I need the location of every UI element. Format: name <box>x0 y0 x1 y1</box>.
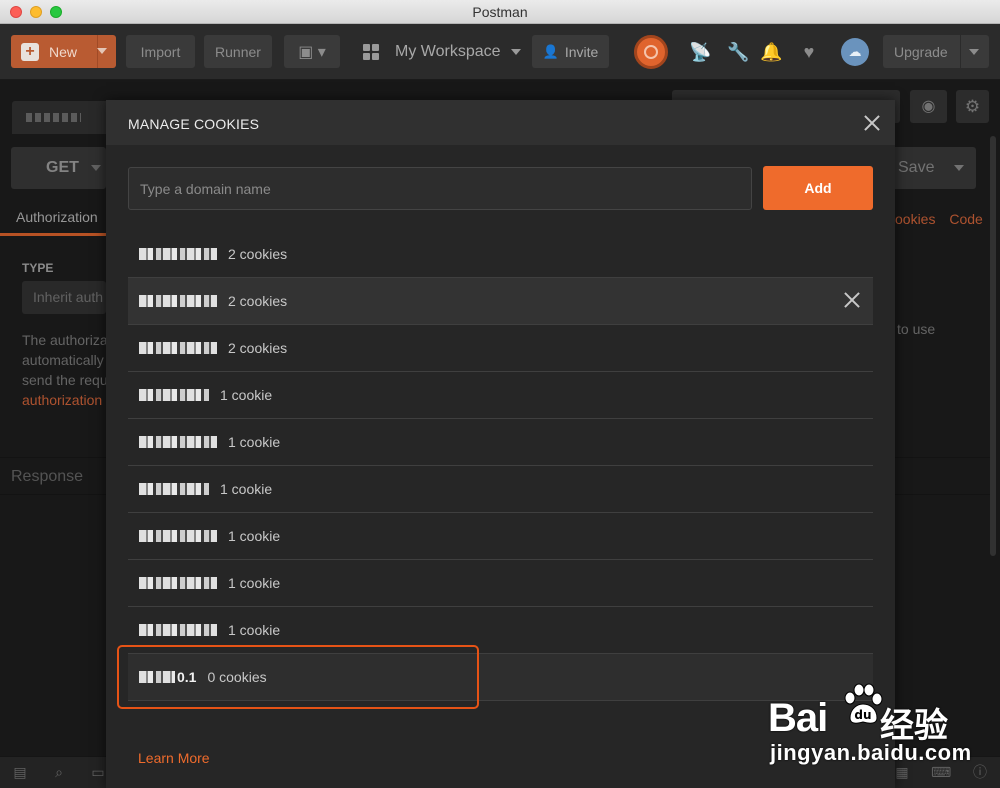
satellite-icon[interactable]: 📡 <box>689 41 711 63</box>
redacted-domain <box>139 624 217 636</box>
list-item[interactable]: 1 cookie <box>128 513 873 560</box>
domain-input[interactable] <box>128 167 752 210</box>
redacted-domain <box>139 295 217 307</box>
window-title: Postman <box>472 4 528 20</box>
cookie-domain-list: 2 cookies 2 cookies 2 cookies 1 cookie 1… <box>128 231 873 701</box>
chevron-down-icon[interactable] <box>969 49 979 55</box>
list-item[interactable]: 1 cookie <box>128 466 873 513</box>
invite-label: Invite <box>564 43 599 60</box>
cookie-count: 2 cookies <box>228 246 288 262</box>
annotation-highlight-box <box>117 645 479 709</box>
grid-icon <box>363 43 379 60</box>
new-button-label: New <box>49 43 78 60</box>
add-domain-button[interactable]: Add <box>763 166 873 210</box>
watermark-url: jingyan.baidu.com <box>770 740 972 765</box>
close-icon[interactable] <box>863 114 881 132</box>
heart-icon[interactable]: ♥ <box>798 41 820 63</box>
redacted-domain <box>139 342 217 354</box>
cookie-count: 1 cookie <box>228 434 281 450</box>
list-item[interactable]: 2 cookies <box>128 325 873 372</box>
new-button[interactable]: + New <box>11 35 116 68</box>
cookie-count: 1 cookie <box>228 575 281 591</box>
avatar[interactable]: ☁ <box>841 38 869 66</box>
new-tab-button[interactable]: ▣ ▾ <box>284 35 340 68</box>
cookie-count: 1 cookie <box>228 528 281 544</box>
cookie-count: 1 cookie <box>220 481 273 497</box>
window-plus-icon: ▣ ▾ <box>298 43 326 61</box>
delete-domain-icon[interactable] <box>843 291 861 309</box>
chevron-down-icon[interactable] <box>97 48 107 54</box>
invite-button[interactable]: 👤 Invite <box>532 35 609 68</box>
redacted-domain <box>139 389 209 401</box>
plus-icon: + <box>21 42 39 61</box>
list-item[interactable]: 2 cookies <box>128 231 873 278</box>
import-button[interactable]: Import <box>126 35 195 68</box>
learn-more-link[interactable]: Learn More <box>138 750 210 766</box>
cookie-count: 1 cookie <box>220 387 273 403</box>
redacted-domain <box>139 483 209 495</box>
svg-text:du: du <box>854 708 871 722</box>
bell-icon[interactable]: 🔔 <box>760 41 782 63</box>
list-item[interactable]: 2 cookies <box>128 278 873 325</box>
workspace-label: My Workspace <box>395 42 501 60</box>
list-item[interactable]: 1 cookie <box>128 372 873 419</box>
cookie-count: 2 cookies <box>228 340 288 356</box>
add-user-icon: 👤 <box>542 43 559 59</box>
upgrade-label: Upgrade <box>894 43 948 60</box>
chevron-down-icon <box>510 48 521 55</box>
upgrade-button[interactable]: Upgrade <box>883 35 989 68</box>
cookie-count: 2 cookies <box>228 293 288 309</box>
window-title-bar: Postman <box>0 0 1000 24</box>
workspace-switcher[interactable]: My Workspace <box>363 35 521 68</box>
redacted-domain <box>139 577 217 589</box>
baidu-watermark: Bai du 经验 jingyan.baidu.com <box>768 680 971 765</box>
runner-button[interactable]: Runner <box>204 35 272 68</box>
sync-icon[interactable] <box>634 35 668 69</box>
modal-header: MANAGE COOKIES <box>106 100 895 145</box>
watermark-brand: Bai <box>768 696 828 740</box>
redacted-domain <box>139 436 217 448</box>
redacted-domain <box>139 248 217 260</box>
modal-title: MANAGE COOKIES <box>128 116 260 132</box>
redacted-domain <box>139 530 217 542</box>
cookie-count: 1 cookie <box>228 622 281 638</box>
list-item[interactable]: 1 cookie <box>128 419 873 466</box>
wrench-icon[interactable]: 🔧 <box>727 41 749 63</box>
list-item[interactable]: 1 cookie <box>128 560 873 607</box>
